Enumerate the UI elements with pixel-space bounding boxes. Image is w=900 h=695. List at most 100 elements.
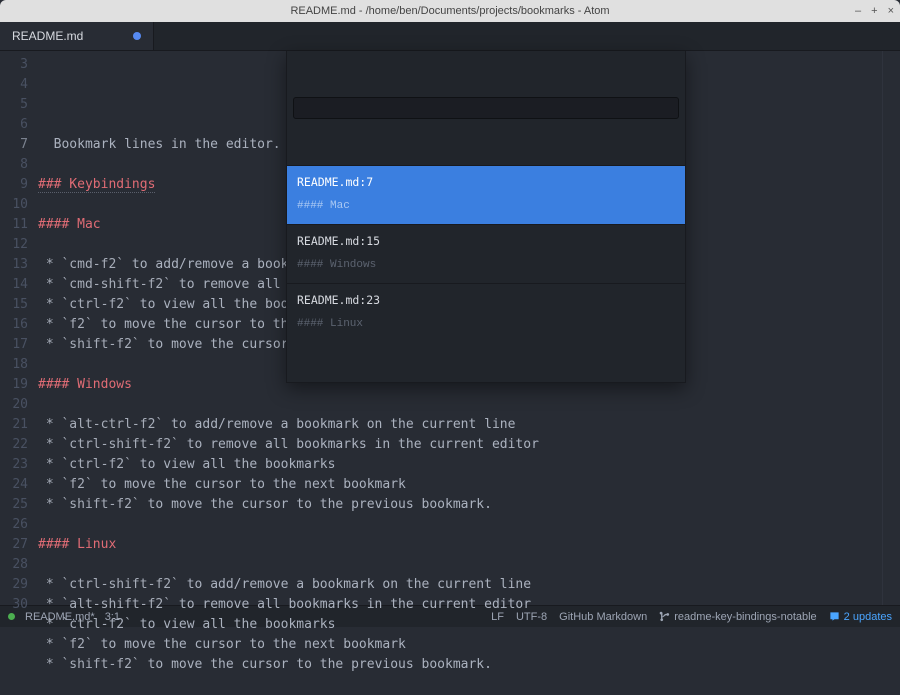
window-title: README.md - /home/ben/Documents/projects… [290, 5, 609, 17]
code-token: * [38, 657, 61, 672]
code-token: `shift-f2` [61, 657, 139, 672]
code-token: * [38, 457, 61, 472]
line-number[interactable]: 6 [0, 115, 28, 135]
line-number[interactable]: 5 [0, 95, 28, 115]
code-token: #### Windows [38, 377, 132, 392]
code-line[interactable] [38, 675, 882, 695]
code-token: * [38, 297, 61, 312]
code-token: * [38, 597, 61, 612]
line-number[interactable]: 30 [0, 595, 28, 615]
line-number[interactable]: 29 [0, 575, 28, 595]
code-token: `alt-ctrl-f2` [61, 417, 163, 432]
fuzzy-finder-input-wrap [293, 97, 679, 119]
window-titlebar: README.md - /home/ben/Documents/projects… [0, 0, 900, 22]
line-number[interactable]: 23 [0, 455, 28, 475]
line-number[interactable]: 18 [0, 355, 28, 375]
fuzzy-finder-panel: README.md:7 #### Mac README.md:15 #### Wind… [286, 51, 686, 383]
line-number[interactable]: 4 [0, 75, 28, 95]
editor-area: 3456789101112131415161718192021222324252… [0, 51, 900, 605]
line-number[interactable]: 27 [0, 535, 28, 555]
fuzzy-finder-item-secondary: #### Linux [297, 314, 675, 334]
code-token: * [38, 257, 61, 272]
line-number[interactable]: 15 [0, 295, 28, 315]
code-token: to remove all bookmarks in the current e… [179, 437, 539, 452]
fuzzy-finder-item[interactable]: README.md:7 #### Mac [287, 165, 685, 224]
line-number[interactable]: 19 [0, 375, 28, 395]
fuzzy-finder-item-secondary: #### Mac [297, 196, 675, 216]
line-number[interactable]: 12 [0, 235, 28, 255]
code-token: `ctrl-shift-f2` [61, 437, 178, 452]
code-token: to add/remove a bookmark on the current … [163, 417, 515, 432]
line-number-gutter[interactable]: 3456789101112131415161718192021222324252… [0, 51, 34, 605]
line-number[interactable]: 7 [0, 135, 28, 155]
code-token: `ctrl-f2` [61, 617, 131, 632]
line-number[interactable]: 21 [0, 415, 28, 435]
line-number[interactable]: 25 [0, 495, 28, 515]
code-token: * [38, 497, 61, 512]
code-line[interactable]: * `ctrl-shift-f2` to add/remove a bookma… [38, 575, 882, 595]
code-token: `f2` [61, 477, 92, 492]
code-line[interactable]: * `shift-f2` to move the cursor to the p… [38, 655, 882, 675]
line-number[interactable]: 14 [0, 275, 28, 295]
line-number[interactable]: 20 [0, 395, 28, 415]
code-token: * [38, 577, 61, 592]
code-token: `f2` [61, 637, 92, 652]
code-line[interactable]: #### Linux [38, 535, 882, 555]
fuzzy-finder-item-primary: README.md:15 [297, 231, 675, 251]
code-token: to view all the bookmarks [132, 617, 336, 632]
line-number[interactable]: 26 [0, 515, 28, 535]
line-number[interactable]: 24 [0, 475, 28, 495]
code-line[interactable]: * `ctrl-f2` to view all the bookmarks [38, 615, 882, 635]
code-line[interactable]: * `shift-f2` to move the cursor to the p… [38, 495, 882, 515]
tab-readme[interactable]: README.md [0, 22, 154, 50]
text-editor[interactable]: README.md:7 #### Mac README.md:15 #### Wind… [34, 51, 882, 605]
code-token: `ctrl-f2` [61, 457, 131, 472]
code-line[interactable]: * `alt-ctrl-f2` to add/remove a bookmark… [38, 415, 882, 435]
line-number[interactable]: 8 [0, 155, 28, 175]
window-maximize-button[interactable]: + [871, 5, 877, 17]
line-number[interactable]: 11 [0, 215, 28, 235]
code-line[interactable] [38, 515, 882, 535]
tab-label: README.md [12, 29, 83, 43]
code-token: * [38, 417, 61, 432]
tab-bar: README.md [0, 22, 900, 51]
code-line[interactable]: * `alt-shift-f2` to remove all bookmarks… [38, 595, 882, 615]
fuzzy-finder-input[interactable] [357, 118, 741, 138]
line-number[interactable]: 28 [0, 555, 28, 575]
code-token: * [38, 337, 61, 352]
tab-dirty-indicator-icon [133, 32, 141, 40]
code-line[interactable] [38, 395, 882, 415]
code-token: `f2` [61, 317, 92, 332]
minimap[interactable] [882, 51, 900, 605]
code-line[interactable]: * `f2` to move the cursor to the next bo… [38, 635, 882, 655]
code-token: #### Linux [38, 537, 116, 552]
window-close-button[interactable]: × [888, 5, 894, 17]
code-line[interactable]: * `f2` to move the cursor to the next bo… [38, 475, 882, 495]
code-token: `shift-f2` [61, 337, 139, 352]
code-line[interactable] [38, 555, 882, 575]
line-number[interactable]: 17 [0, 335, 28, 355]
code-token: to move the cursor to the previous bookm… [140, 657, 492, 672]
line-number[interactable]: 13 [0, 255, 28, 275]
line-number[interactable]: 16 [0, 315, 28, 335]
fuzzy-finder-item-secondary: #### Windows [297, 255, 675, 275]
code-token: * [38, 617, 61, 632]
line-number[interactable]: 3 [0, 55, 28, 75]
code-line[interactable]: * `ctrl-f2` to view all the bookmarks [38, 455, 882, 475]
code-token: * [38, 437, 61, 452]
line-number[interactable]: 10 [0, 195, 28, 215]
fuzzy-finder-item-primary: README.md:7 [297, 172, 675, 192]
fuzzy-finder-item[interactable]: README.md:23#### Linux [287, 283, 685, 342]
code-line[interactable]: * `ctrl-shift-f2` to remove all bookmark… [38, 435, 882, 455]
code-token: Bookmark lines in the editor. [38, 137, 281, 152]
line-number[interactable]: 22 [0, 435, 28, 455]
code-token: `cmd-shift-f2` [61, 277, 171, 292]
code-token: ### Keybindings [38, 177, 155, 193]
fuzzy-finder-item[interactable]: README.md:15 #### Windows [287, 224, 685, 283]
code-token: * [38, 637, 61, 652]
code-token: `ctrl-shift-f2` [61, 577, 178, 592]
window-minimize-button[interactable]: – [855, 5, 861, 17]
line-number[interactable]: 9 [0, 175, 28, 195]
code-token: to move the cursor to the next bookmark [93, 637, 406, 652]
code-token: `cmd-f2` [61, 257, 124, 272]
